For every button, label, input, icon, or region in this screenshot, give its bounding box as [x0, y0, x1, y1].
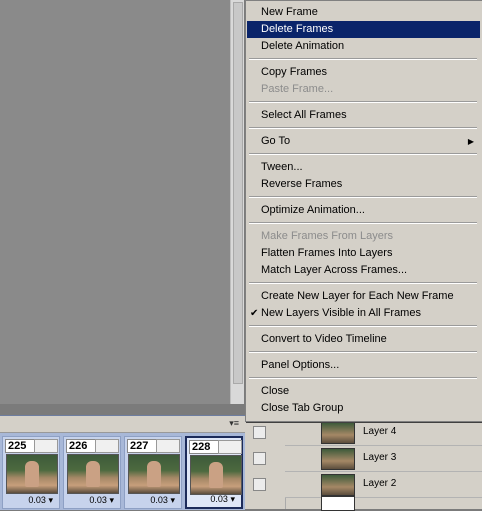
menu-separator	[249, 196, 477, 198]
dropdown-arrow-icon: ▾	[48, 495, 53, 505]
layer-name: Layer 2	[363, 478, 397, 489]
visibility-checkbox[interactable]	[253, 478, 266, 491]
submenu-arrow-icon: ▶	[467, 137, 474, 146]
menu-separator	[249, 101, 477, 103]
menu-item-label: Go To	[261, 135, 291, 147]
menu-item-reverse-frames[interactable]: Reverse Frames	[247, 176, 480, 193]
menu-item-create-new-layer-each-frame[interactable]: Create New Layer for Each New Frame	[247, 288, 480, 305]
dropdown-arrow-icon: ▾	[230, 494, 235, 504]
menu-item-close-tab-group[interactable]: Close Tab Group	[247, 400, 480, 417]
layer-row[interactable]: Layer 2	[253, 472, 482, 498]
menu-item-flatten-frames-into-layers[interactable]: Flatten Frames Into Layers	[247, 245, 480, 262]
dropdown-arrow-icon: ▾	[170, 495, 175, 505]
layer-name: Layer 4	[363, 426, 397, 437]
layer-row[interactable]: Layer 4	[253, 420, 482, 446]
visibility-checkbox[interactable]	[253, 452, 266, 465]
panel-menu-icon[interactable]: ▾≡	[229, 418, 239, 429]
animation-frame[interactable]: 225 0.03 ▾	[2, 436, 60, 509]
menu-item-convert-to-video-timeline[interactable]: Convert to Video Timeline	[247, 331, 480, 348]
menu-item-copy-frames[interactable]: Copy Frames	[247, 64, 480, 81]
menu-item-panel-options[interactable]: Panel Options...	[247, 357, 480, 374]
frame-number-box	[218, 440, 242, 454]
canvas-scrollbar[interactable]	[230, 0, 244, 404]
menu-item-delete-animation[interactable]: Delete Animation	[247, 38, 480, 55]
animation-frame-selected[interactable]: 228 0.03 ▾	[185, 436, 243, 509]
menu-separator	[249, 325, 477, 327]
frame-number: 226	[66, 439, 96, 453]
frame-delay[interactable]: 0.03 ▾	[28, 495, 53, 506]
frame-delay[interactable]: 0.03 ▾	[210, 494, 235, 505]
document-canvas[interactable]	[0, 0, 230, 404]
frame-thumbnail	[6, 454, 58, 494]
menu-item-go-to[interactable]: Go To ▶	[247, 133, 480, 150]
menu-item-paste-frame: Paste Frame...	[261, 83, 334, 95]
animation-panel-context-menu: New Frame Delete Frames Delete Animation…	[245, 0, 482, 422]
menu-separator	[249, 222, 477, 224]
menu-separator	[249, 127, 477, 129]
frame-number-box	[95, 439, 119, 453]
frame-number-box	[34, 439, 58, 453]
menu-separator	[249, 153, 477, 155]
menu-item-delete-frames[interactable]: Delete Frames	[247, 21, 480, 38]
animation-frame[interactable]: 226 0.03 ▾	[63, 436, 121, 509]
menu-item-new-layers-visible[interactable]: ✔ New Layers Visible in All Frames	[247, 305, 480, 322]
frame-number: 227	[127, 439, 157, 453]
menu-item-close[interactable]: Close	[247, 383, 480, 400]
animation-panel: ▾≡ 225 0.03 ▾ 226 0.03 ▾ 227 0.03 ▾ 228 …	[0, 415, 245, 510]
menu-item-optimize-animation[interactable]: Optimize Animation...	[247, 202, 480, 219]
layer-thumbnail	[321, 474, 355, 496]
menu-separator	[249, 351, 477, 353]
frame-thumbnail	[128, 454, 180, 494]
frame-number: 228	[189, 440, 219, 454]
layer-row[interactable]: Layer 3	[253, 446, 482, 472]
menu-item-match-layer-across-frames[interactable]: Match Layer Across Frames...	[247, 262, 480, 279]
menu-item-new-frame[interactable]: New Frame	[247, 4, 480, 21]
animation-frame[interactable]: 227 0.03 ▾	[124, 436, 182, 509]
layer-thumbnail	[321, 422, 355, 444]
frame-number: 225	[5, 439, 35, 453]
menu-item-tween[interactable]: Tween...	[247, 159, 480, 176]
menu-separator	[249, 58, 477, 60]
menu-item-select-all-frames[interactable]: Select All Frames	[247, 107, 480, 124]
frame-thumbnail	[190, 455, 242, 495]
frame-number-box	[156, 439, 180, 453]
visibility-checkbox[interactable]	[253, 426, 266, 439]
menu-item-make-frames-from-layers: Make Frames From Layers	[261, 230, 394, 242]
dropdown-arrow-icon: ▾	[109, 495, 114, 505]
animation-panel-header: ▾≡	[0, 416, 245, 433]
checkmark-icon: ✔	[250, 308, 259, 319]
menu-separator	[249, 282, 477, 284]
frame-thumbnail	[67, 454, 119, 494]
menu-item-label: New Layers Visible in All Frames	[261, 307, 421, 319]
scrollbar-thumb[interactable]	[233, 2, 243, 384]
menu-separator	[249, 377, 477, 379]
layer-thumbnail	[321, 448, 355, 470]
frame-delay[interactable]: 0.03 ▾	[89, 495, 114, 506]
frame-delay[interactable]: 0.03 ▾	[150, 495, 175, 506]
layer-name: Layer 3	[363, 452, 397, 463]
